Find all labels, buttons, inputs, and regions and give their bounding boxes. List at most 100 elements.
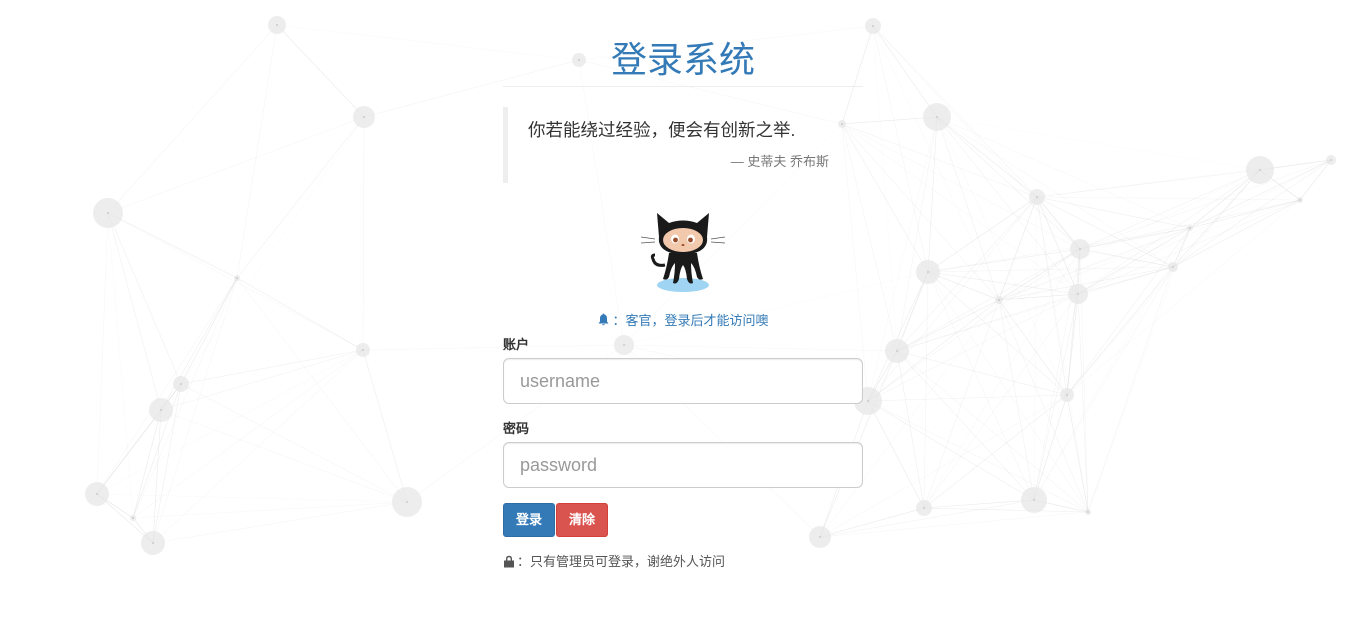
network-line xyxy=(1036,196,1174,268)
network-line xyxy=(132,501,408,519)
network-line xyxy=(236,277,408,503)
network-line xyxy=(1033,266,1174,501)
network-node-core xyxy=(152,542,154,544)
network-line xyxy=(96,409,162,495)
network-node-core xyxy=(936,116,938,118)
network-line xyxy=(236,277,364,351)
quote-text: 你若能绕过经验，便会有创新之举. xyxy=(528,120,796,140)
network-node-core xyxy=(406,501,408,503)
password-input[interactable] xyxy=(503,442,863,488)
login-hint: ：客官，登录后才能访问噢 xyxy=(503,312,863,332)
network-line xyxy=(180,277,238,385)
network-line xyxy=(867,400,925,509)
network-node-core xyxy=(998,299,1000,301)
network-node-core xyxy=(1259,169,1261,171)
network-line xyxy=(923,507,1089,513)
network-node-core xyxy=(1330,159,1332,161)
quote-author: — 史蒂夫 乔布斯 xyxy=(730,154,829,169)
network-line xyxy=(896,227,1191,352)
network-line xyxy=(1299,159,1332,201)
network-line xyxy=(1033,196,1038,501)
clear-button[interactable]: 清除 xyxy=(556,503,609,537)
network-node-core xyxy=(1079,248,1081,250)
login-hint-text: ：客官，登录后才能访问噢 xyxy=(612,313,769,328)
network-line xyxy=(276,24,365,118)
network-line xyxy=(1066,248,1081,396)
bell-icon xyxy=(597,313,610,332)
network-line xyxy=(180,349,364,385)
network-line xyxy=(160,349,364,411)
network-line xyxy=(1079,159,1332,250)
network-line xyxy=(896,293,1079,352)
network-line xyxy=(867,400,1089,513)
network-node-core xyxy=(927,271,929,273)
network-line xyxy=(1077,227,1191,295)
network-line xyxy=(107,116,365,214)
username-input[interactable] xyxy=(503,358,863,404)
network-line xyxy=(872,25,1038,198)
network-line xyxy=(1077,199,1301,295)
network-line xyxy=(998,293,1079,301)
network-node-core xyxy=(160,409,162,411)
network-line xyxy=(872,25,938,118)
network-line xyxy=(927,116,938,273)
network-node-core xyxy=(923,507,925,509)
network-line xyxy=(998,196,1038,301)
network-line xyxy=(923,394,1068,509)
network-node-core xyxy=(276,24,278,26)
login-button[interactable]: 登录 xyxy=(503,503,556,537)
network-line xyxy=(1036,196,1191,229)
network-node-core xyxy=(1172,266,1174,268)
lock-icon xyxy=(503,555,515,573)
form-actions: 登录 清除 xyxy=(503,503,863,537)
network-node-core xyxy=(1087,511,1089,513)
network-line xyxy=(1079,199,1301,250)
quote-block: 你若能绕过经验，便会有创新之举. — 史蒂夫 乔布斯 xyxy=(503,107,863,183)
network-line xyxy=(841,123,1081,250)
network-line xyxy=(927,196,1038,273)
network-line xyxy=(1077,159,1332,295)
password-label: 密码 xyxy=(503,421,530,436)
network-line xyxy=(160,277,238,411)
network-node-core xyxy=(362,349,364,351)
network-line xyxy=(998,299,1089,513)
network-node-core xyxy=(867,400,869,402)
network-line xyxy=(867,394,1068,402)
network-node-core xyxy=(1077,293,1079,295)
network-line xyxy=(1079,227,1191,250)
network-node-core xyxy=(1033,499,1035,501)
username-label: 账户 xyxy=(503,337,530,352)
network-line xyxy=(896,266,1174,352)
network-node-core xyxy=(872,25,874,27)
network-line xyxy=(923,271,929,509)
network-line xyxy=(132,409,162,519)
network-line xyxy=(1079,169,1261,250)
network-line xyxy=(362,116,365,351)
network-node-core xyxy=(132,517,134,519)
network-line xyxy=(132,277,238,519)
network-line xyxy=(362,349,408,503)
network-node-core xyxy=(180,383,182,385)
network-line xyxy=(96,493,408,503)
network-line xyxy=(1066,293,1079,396)
network-line xyxy=(96,277,238,495)
network-line xyxy=(923,499,1035,509)
network-line xyxy=(236,116,365,279)
network-line xyxy=(180,383,408,503)
network-node-core xyxy=(96,493,98,495)
network-line xyxy=(927,271,1079,295)
network-node-core xyxy=(1299,199,1301,201)
network-node-core xyxy=(107,212,109,214)
network-line xyxy=(160,409,408,503)
network-line xyxy=(936,116,1191,229)
network-line xyxy=(152,409,162,544)
network-line xyxy=(998,199,1301,301)
network-line xyxy=(872,25,1081,250)
network-line xyxy=(936,116,1038,198)
login-panel: 登录系统 你若能绕过经验，便会有创新之举. — 史蒂夫 乔布斯 ：客官，登录后才… xyxy=(503,0,863,573)
admin-only-note: ：只有管理员可登录，谢绝外人访问 xyxy=(503,553,863,573)
network-node-core xyxy=(1189,227,1191,229)
network-line xyxy=(132,349,364,519)
network-line xyxy=(923,248,1081,509)
admin-only-note-text: ：只有管理员可登录，谢绝外人访问 xyxy=(517,554,726,569)
